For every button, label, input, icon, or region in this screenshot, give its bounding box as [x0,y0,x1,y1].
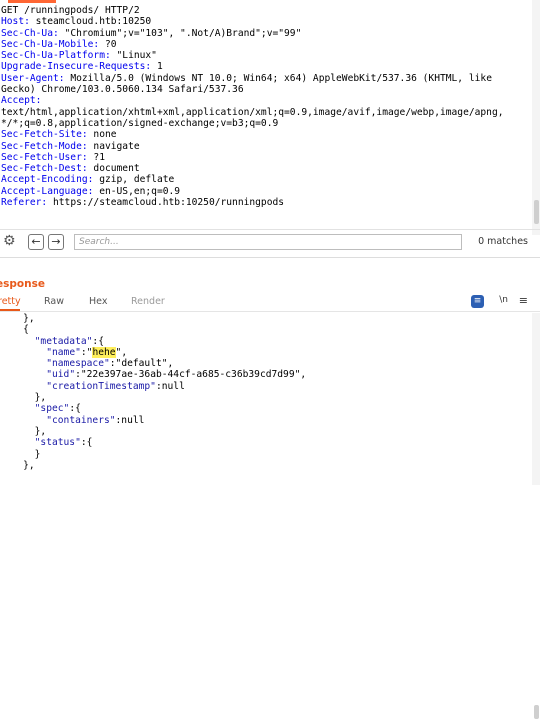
header-name: Upgrade-Insecure-Requests: [1,61,152,73]
header-name: Referer: [1,197,48,209]
tab-hex[interactable]: Hex [89,296,107,307]
response-body[interactable]: }, { "metadata":{ "name":"hehe", "namesp… [0,313,528,471]
response-line: }, [0,459,35,471]
response-line: "status":{ [34,437,93,449]
header-name: Sec-Fetch-Dest: [1,163,88,175]
header-value: steamcloud.htb:10250 [29,16,152,28]
tab-render[interactable]: Render [131,296,165,307]
format-icon[interactable]: ≡ [471,295,484,308]
header-name: Accept-Language: [1,185,94,197]
header-name: Sec-Fetch-Mode: [1,140,88,152]
header-line: Sec-Fetch-Dest: document [1,163,531,174]
header-value: ?0 [99,38,117,50]
divider [0,311,540,312]
header-line: Host: steamcloud.htb:10250 [1,16,531,27]
search-input[interactable]: Search... [74,234,462,250]
header-name: Sec-Fetch-User: [1,151,88,163]
request-editor[interactable]: GET /runningpods/ HTTP/2 Host: steamcloud… [1,5,531,208]
header-value: gzip, deflate [93,174,175,186]
back-button[interactable]: ← [28,234,44,250]
request-scrollbar[interactable] [532,0,540,235]
response-title: esponse [0,278,45,290]
response-line: "uid":"22e397ae-36ab-44cf-a685-c36b39cd7… [46,369,307,381]
header-name: Sec-Ch-Ua-Platform: [1,50,111,62]
header-line: Sec-Fetch-Site: none [1,129,531,140]
header-line: Accept-Encoding: gzip, deflate [1,174,531,185]
header-line: Sec-Ch-Ua-Mobile: ?0 [1,39,531,50]
response-line: }, [0,425,47,437]
response-line: "containers":null [46,414,145,426]
forward-button[interactable]: → [48,234,64,250]
header-value: 1 [151,61,163,73]
response-line: } [0,448,41,460]
header-line: Sec-Ch-Ua: "Chromium";v="103", ".Not/A)B… [1,28,531,39]
header-value: "Chromium";v="103", ".Not/A)Brand";v="99… [58,27,302,39]
header-name: Accept: [1,95,42,107]
newline-toggle[interactable]: \n [499,295,508,305]
header-value: Mozilla/5.0 (Windows NT 10.0; Win64; x64… [64,72,492,84]
header-value: none [87,129,117,141]
header-line: Sec-Fetch-Mode: navigate [1,141,531,152]
response-line: }, [0,313,35,324]
header-value: */*;q=0.8,application/signed-exchange;v=… [1,117,279,129]
gear-icon[interactable]: ⚙ [3,233,20,250]
header-line: Sec-Ch-Ua-Platform: "Linux" [1,50,531,61]
response-tabs: retty Raw Hex Render ≡ \n ≡ [0,293,540,311]
response-scrollbar[interactable] [532,313,540,719]
header-line: text/html,application/xhtml+xml,applicat… [1,107,531,118]
response-line: "spec":{ [34,403,81,415]
panel-divider[interactable] [0,257,540,258]
search-bar: ⚙ ← → Search... 0 matches [0,231,540,255]
match-count: 0 matches [478,236,528,247]
header-line: User-Agent: Mozilla/5.0 (Windows NT 10.0… [1,73,531,84]
response-line: "creationTimestamp":null [46,380,185,392]
header-value: document [87,163,140,175]
header-name: User-Agent: [1,72,65,84]
header-name: Sec-Ch-Ua-Mobile: [1,38,100,50]
divider [0,229,540,230]
header-value: ?1 [87,151,105,163]
response-line: "namespace":"default", [46,358,174,370]
header-value: text/html,application/xhtml+xml,applicat… [1,106,504,118]
response-line: { [0,324,29,336]
header-value: "Linux" [110,50,157,62]
active-tab-indicator [8,0,56,3]
header-name: Host: [1,16,30,28]
response-scroll-thumb[interactable] [534,705,539,719]
response-line: "metadata":{ [34,335,104,347]
header-line: Accept-Language: en-US,en;q=0.9 [1,186,531,197]
response-line: "name":"hehe", [46,346,128,358]
header-line: Gecko) Chrome/103.0.5060.134 Safari/537.… [1,84,531,95]
header-value: en-US,en;q=0.9 [93,185,181,197]
tab-pretty[interactable]: retty [0,296,21,307]
header-line: Accept: [1,95,531,106]
header-line: Upgrade-Insecure-Requests: 1 [1,61,531,72]
header-name: Sec-Fetch-Site: [1,129,88,141]
header-value: navigate [87,140,140,152]
request-scroll-thumb[interactable] [534,200,539,224]
menu-icon[interactable]: ≡ [519,294,528,307]
header-line: */*;q=0.8,application/signed-exchange;v=… [1,118,531,129]
header-value: https://steamcloud.htb:10250/runningpods [47,197,285,209]
header-name: Accept-Encoding: [1,174,94,186]
request-line: GET /runningpods/ HTTP/2 [1,5,140,16]
header-line: Sec-Fetch-User: ?1 [1,152,531,163]
header-line: Referer: https://steamcloud.htb:10250/ru… [1,197,531,208]
response-line: }, [0,392,47,404]
tab-raw[interactable]: Raw [44,296,64,307]
header-name: Sec-Ch-Ua: [1,27,59,39]
header-value: Gecko) Chrome/103.0.5060.134 Safari/537.… [1,84,244,96]
